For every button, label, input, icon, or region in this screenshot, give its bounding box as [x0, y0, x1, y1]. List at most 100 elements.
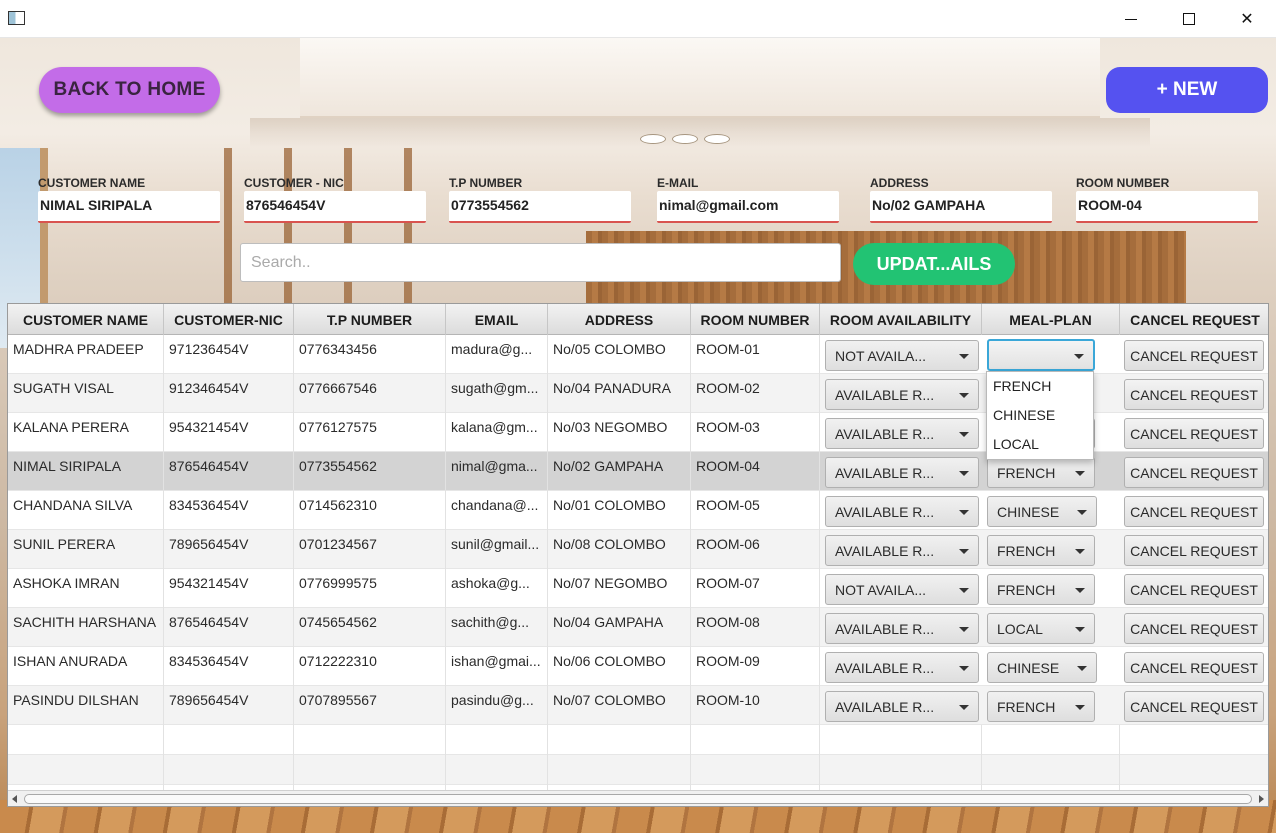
meal-plan-combo[interactable]: LOCAL	[987, 613, 1095, 644]
empty-table-row	[8, 755, 1268, 785]
cell-customer-nic: 789656454V	[164, 686, 294, 725]
cell-tp-number: 0712222310	[294, 647, 446, 686]
table-row[interactable]: PASINDU DILSHAN 789656454V 0707895567 pasin…	[8, 686, 1268, 725]
customer-name-input[interactable]: NIMAL SIRIPALA	[38, 191, 220, 223]
cell-customer-name: PASINDU DILSHAN	[8, 686, 164, 725]
column-header-address[interactable]: ADDRESS	[548, 304, 691, 335]
cell-customer-nic: 912346454V	[164, 374, 294, 413]
meal-plan-dropdown-popup: FRENCH CHINESE LOCAL	[986, 371, 1094, 460]
chevron-down-icon	[959, 588, 969, 593]
cell-email: ishan@gmai...	[446, 647, 548, 686]
cell-address: No/08 COLOMBO	[548, 530, 691, 569]
cancel-request-button[interactable]: CANCEL REQUEST	[1124, 691, 1264, 722]
cancel-request-button[interactable]: CANCEL REQUEST	[1124, 535, 1264, 566]
email-input[interactable]: nimal@gmail.com	[657, 191, 839, 223]
room-availability-combo[interactable]: AVAILABLE R...	[825, 418, 979, 449]
cancel-request-button[interactable]: CANCEL REQUEST	[1124, 496, 1264, 527]
room-availability-combo[interactable]: AVAILABLE R...	[825, 457, 979, 488]
new-button[interactable]: + NEW	[1106, 67, 1268, 113]
update-details-button[interactable]: UPDAT...AILS	[853, 243, 1015, 285]
cell-address: No/02 GAMPAHA	[548, 452, 691, 491]
column-header-email[interactable]: EMAIL	[446, 304, 548, 335]
cell-customer-name: SUGATH VISAL	[8, 374, 164, 413]
room-availability-combo[interactable]: AVAILABLE R...	[825, 496, 979, 527]
customer-nic-field: CUSTOMER - NIC 876546454V	[244, 175, 426, 223]
column-header-meal-plan[interactable]: MEAL-PLAN	[982, 304, 1120, 335]
room-availability-combo[interactable]: AVAILABLE R...	[825, 613, 979, 644]
meal-plan-combo[interactable]: CHINESE	[987, 652, 1097, 683]
table-row[interactable]: SACHITH HARSHANA 876546454V 0745654562 sach…	[8, 608, 1268, 647]
cell-email: kalana@gm...	[446, 413, 548, 452]
room-availability-combo[interactable]: NOT AVAILA...	[825, 340, 979, 371]
scrollbar-thumb[interactable]	[24, 794, 1252, 804]
room-availability-combo[interactable]: NOT AVAILA...	[825, 574, 979, 605]
ceiling-panel	[300, 38, 1100, 118]
cancel-request-button[interactable]: CANCEL REQUEST	[1124, 613, 1264, 644]
column-header-customer-name[interactable]: CUSTOMER NAME	[8, 304, 164, 335]
cancel-request-button[interactable]: CANCEL REQUEST	[1124, 340, 1264, 371]
column-divider	[981, 725, 982, 755]
column-divider	[690, 725, 691, 755]
column-header-room-availability[interactable]: ROOM AVAILABILITY	[820, 304, 982, 335]
minimize-button[interactable]	[1102, 0, 1160, 38]
customer-name-label: CUSTOMER NAME	[38, 176, 146, 190]
table-row[interactable]: ASHOKA IMRAN 954321454V 0776999575 ashoka@g…	[8, 569, 1268, 608]
column-header-customer-nic[interactable]: CUSTOMER-NIC	[164, 304, 294, 335]
column-header-room-number[interactable]: ROOM NUMBER	[691, 304, 820, 335]
table-row[interactable]: ISHAN ANURADA 834536454V 0712222310 ishan@g…	[8, 647, 1268, 686]
cancel-request-button[interactable]: CANCEL REQUEST	[1124, 418, 1264, 449]
cell-customer-nic: 876546454V	[164, 452, 294, 491]
meal-plan-combo[interactable]	[987, 339, 1095, 371]
cell-address: No/05 COLOMBO	[548, 335, 691, 374]
meal-plan-value: FRENCH	[997, 543, 1056, 559]
meal-option-chinese[interactable]: CHINESE	[987, 401, 1093, 430]
column-header-cancel-request[interactable]: CANCEL REQUEST	[1120, 304, 1268, 335]
address-label: ADDRESS	[870, 176, 929, 190]
room-availability-combo[interactable]: AVAILABLE R...	[825, 691, 979, 722]
table-row[interactable]: CHANDANA SILVA 834536454V 0714562310 chanda…	[8, 491, 1268, 530]
email-label: E-MAIL	[657, 176, 699, 190]
cancel-request-button[interactable]: CANCEL REQUEST	[1124, 379, 1264, 410]
room-availability-combo[interactable]: AVAILABLE R...	[825, 535, 979, 566]
scroll-right-icon[interactable]	[1259, 795, 1264, 803]
table-row[interactable]: MADHRA PRADEEP 971236454V 0776343456 madura…	[8, 335, 1268, 374]
meal-plan-combo[interactable]: FRENCH	[987, 535, 1095, 566]
column-divider	[690, 755, 691, 785]
cancel-request-button[interactable]: CANCEL REQUEST	[1124, 652, 1264, 683]
chevron-down-icon	[1075, 588, 1085, 593]
close-button[interactable]: ✕	[1218, 0, 1276, 38]
cell-email: sunil@gmail...	[446, 530, 548, 569]
meal-plan-combo[interactable]: CHINESE	[987, 496, 1097, 527]
cell-customer-nic: 834536454V	[164, 491, 294, 530]
scroll-left-icon[interactable]	[12, 795, 17, 803]
cell-tp-number: 0776343456	[294, 335, 446, 374]
cell-room-number: ROOM-05	[691, 491, 820, 530]
cell-tp-number: 0776999575	[294, 569, 446, 608]
column-header-tp-number[interactable]: T.P NUMBER	[294, 304, 446, 335]
cell-customer-nic: 789656454V	[164, 530, 294, 569]
address-input[interactable]: No/02 GAMPAHA	[870, 191, 1052, 223]
room-availability-combo[interactable]: AVAILABLE R...	[825, 379, 979, 410]
cell-address: No/07 COLOMBO	[548, 686, 691, 725]
meal-plan-value: FRENCH	[997, 465, 1056, 481]
cancel-request-button[interactable]: CANCEL REQUEST	[1124, 457, 1264, 488]
meal-plan-combo[interactable]: FRENCH	[987, 691, 1095, 722]
meal-option-local[interactable]: LOCAL	[987, 430, 1093, 459]
back-to-home-button[interactable]: BACK TO HOME	[39, 67, 220, 113]
tp-number-input[interactable]: 0773554562	[449, 191, 631, 223]
horizontal-scrollbar[interactable]	[8, 790, 1268, 806]
room-number-input[interactable]: ROOM-04	[1076, 191, 1258, 223]
maximize-button[interactable]	[1160, 0, 1218, 38]
meal-plan-combo[interactable]: FRENCH	[987, 574, 1095, 605]
meal-option-french[interactable]: FRENCH	[987, 372, 1093, 401]
cell-address: No/06 COLOMBO	[548, 647, 691, 686]
meal-plan-combo[interactable]: FRENCH	[987, 457, 1095, 488]
chevron-down-icon	[959, 354, 969, 359]
room-availability-combo[interactable]: AVAILABLE R...	[825, 652, 979, 683]
cell-address: No/04 PANADURA	[548, 374, 691, 413]
column-divider	[1119, 725, 1120, 755]
customer-nic-input[interactable]: 876546454V	[244, 191, 426, 223]
cancel-request-button[interactable]: CANCEL REQUEST	[1124, 574, 1264, 605]
search-input[interactable]: Search..	[240, 243, 841, 282]
table-row[interactable]: SUNIL PERERA 789656454V 0701234567 sunil@gm…	[8, 530, 1268, 569]
